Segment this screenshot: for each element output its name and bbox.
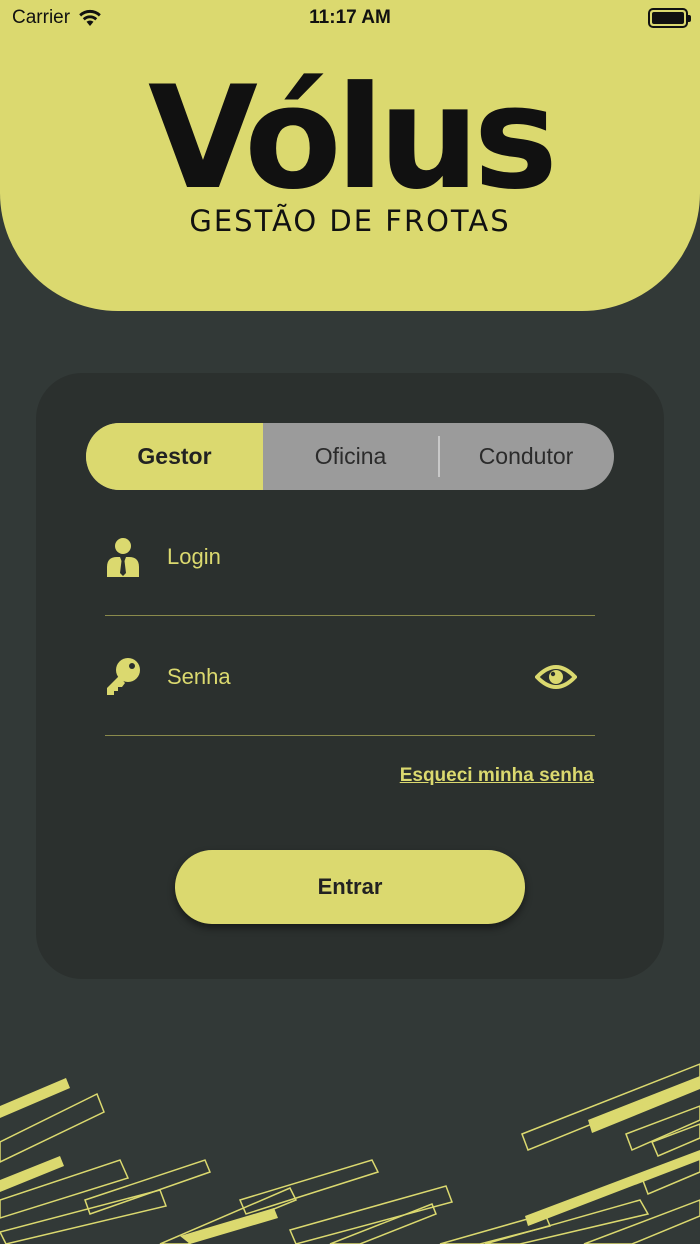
password-field xyxy=(105,641,595,736)
wifi-icon xyxy=(79,9,101,26)
role-option-gestor[interactable]: Gestor xyxy=(86,423,263,490)
key-icon xyxy=(107,658,140,695)
user-icon xyxy=(107,538,139,577)
login-input[interactable] xyxy=(167,535,527,579)
decorative-stripes xyxy=(0,1063,700,1244)
status-time: 11:17 AM xyxy=(309,7,391,28)
login-card: Gestor Oficina Condutor Esqueci minha se… xyxy=(36,373,664,979)
role-option-condutor[interactable]: Condutor xyxy=(438,423,614,490)
segment-divider xyxy=(438,436,440,477)
battery-icon xyxy=(648,8,691,28)
status-left: Carrier xyxy=(12,7,102,29)
role-option-oficina[interactable]: Oficina xyxy=(263,423,438,490)
login-field xyxy=(105,521,595,616)
forgot-password-link[interactable]: Esqueci minha senha xyxy=(400,765,594,787)
header-banner: Vólus GESTÃO DE FROTAS xyxy=(0,0,700,311)
enter-button[interactable]: Entrar xyxy=(175,850,525,924)
brand-tagline: GESTÃO DE FROTAS xyxy=(189,204,511,238)
show-password-icon[interactable] xyxy=(535,661,577,693)
brand-logo: Vólus xyxy=(148,56,558,221)
carrier-label: Carrier xyxy=(12,7,71,28)
status-bar: Carrier 11:17 AM xyxy=(0,0,700,36)
role-selector: Gestor Oficina Condutor xyxy=(86,423,614,490)
password-input[interactable] xyxy=(167,655,527,699)
